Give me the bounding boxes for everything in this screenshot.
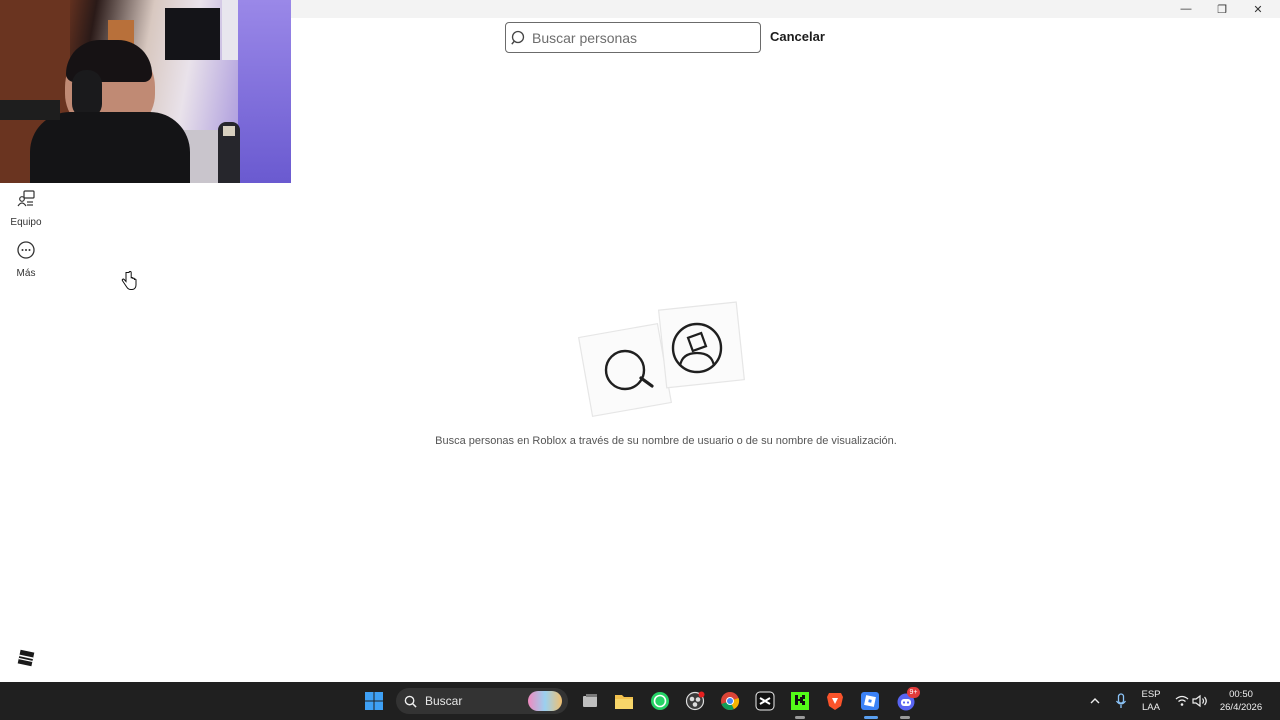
search-icon — [404, 695, 417, 708]
brave-icon[interactable] — [825, 691, 845, 711]
capcut-icon[interactable] — [755, 691, 775, 711]
webcam-overlay — [0, 0, 291, 183]
cancel-button[interactable]: Cancelar — [770, 29, 825, 44]
taskbar: Buscar 9+ ESP LAA 00:50 26/4/2026 — [0, 682, 1280, 720]
volume-icon[interactable] — [1190, 691, 1210, 711]
start-icon[interactable] — [364, 691, 384, 711]
search-highlight-icon — [528, 691, 562, 711]
search-box — [505, 22, 761, 53]
whatsapp-icon[interactable] — [650, 691, 670, 711]
taskbar-search[interactable]: Buscar — [396, 688, 568, 714]
roblox-app-window: — ❐ ✕ Cancelar Equipo Más — [0, 0, 1280, 682]
roblox-logo-icon[interactable] — [17, 649, 35, 667]
wifi-icon[interactable] — [1172, 691, 1192, 711]
sidebar-item-equipo[interactable]: Equipo — [0, 189, 52, 228]
clock[interactable]: 00:50 26/4/2026 — [1212, 688, 1270, 714]
search-people-input[interactable] — [532, 23, 752, 52]
clock-time: 00:50 — [1229, 689, 1253, 700]
microphone-icon[interactable] — [1111, 691, 1131, 711]
sidebar-item-mas[interactable]: Más — [0, 240, 52, 279]
roblox-icon[interactable] — [860, 691, 880, 711]
discord-notification-badge: 9+ — [907, 687, 920, 698]
input-language[interactable]: ESP LAA — [1138, 688, 1164, 714]
kick-icon[interactable] — [790, 691, 810, 711]
keyboard-layout: LAA — [1142, 702, 1160, 713]
sidebar-item-label: Equipo — [10, 217, 42, 228]
roblox-active-indicator — [864, 716, 878, 719]
close-button[interactable]: ✕ — [1240, 0, 1276, 18]
discord-running-indicator — [900, 716, 910, 719]
kick-running-indicator — [795, 716, 805, 719]
maximize-button[interactable]: ❐ — [1204, 0, 1240, 18]
search-icon — [506, 24, 532, 52]
chevron-up-icon[interactable] — [1085, 691, 1105, 711]
hand-cursor-icon — [121, 270, 137, 291]
more-icon — [16, 240, 36, 265]
task-view-icon[interactable] — [580, 691, 600, 711]
avatar-shop-icon — [16, 189, 36, 214]
taskbar-search-label: Buscar — [425, 694, 463, 708]
minimize-button[interactable]: — — [1168, 0, 1204, 18]
language-code: ESP — [1141, 689, 1161, 700]
empty-state-description: Busca personas en Roblox a través de su … — [435, 435, 897, 447]
title-bar: — ❐ ✕ — [290, 0, 1280, 18]
obs-icon[interactable] — [685, 691, 705, 711]
sidebar-item-label: Más — [16, 268, 36, 279]
file-explorer-icon[interactable] — [614, 691, 634, 711]
empty-state-illustration — [577, 298, 747, 422]
chrome-icon[interactable] — [720, 691, 740, 711]
clock-date: 26/4/2026 — [1219, 702, 1263, 713]
